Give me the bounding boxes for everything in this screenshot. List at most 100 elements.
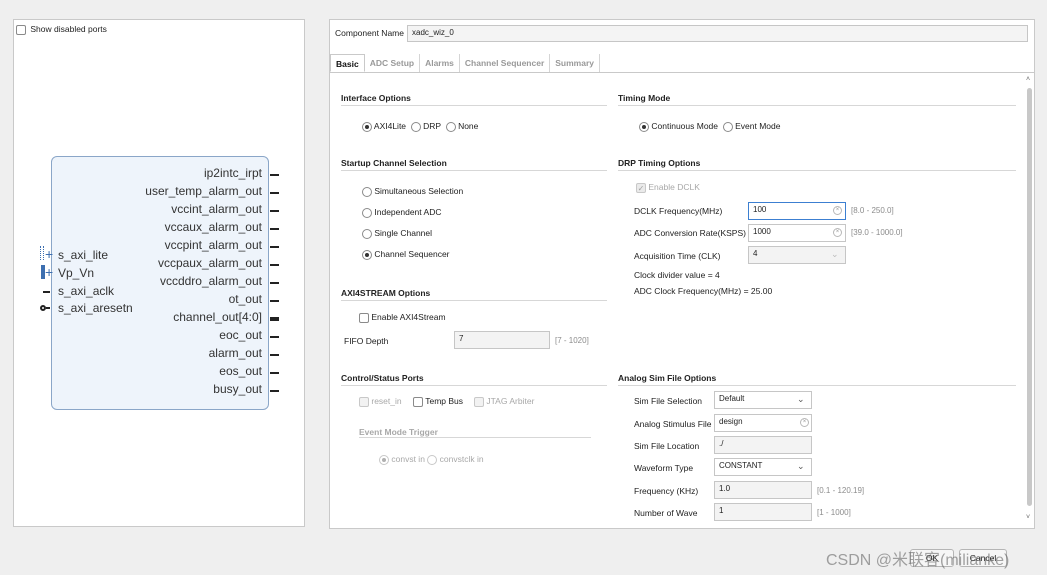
drp-timing-title: DRP Timing Options <box>618 158 701 168</box>
port-s-axi-aresetn: s_axi_aresetn <box>58 301 133 315</box>
port-vccpaux-alarm-out: vccpaux_alarm_out <box>157 256 262 270</box>
frequency-range: [0.1 - 120.19] <box>817 486 865 495</box>
number-of-wave-label: Number of Wave <box>634 508 698 518</box>
port-row: alarm_out <box>112 346 279 364</box>
pin-line <box>270 246 279 248</box>
adc-clock-frequency-text: ADC Clock Frequency(MHz) = 25.00 <box>634 286 773 296</box>
ports-right: ip2intc_irpt user_temp_alarm_out vccint_… <box>112 166 279 400</box>
port-vccddro-alarm-out: vccddro_alarm_out <box>159 274 262 288</box>
scroll-up-icon[interactable]: ˄ <box>1026 76 1030 83</box>
enable-axi4stream-checkbox[interactable]: Enable AXI4Stream <box>359 312 446 323</box>
timing-mode-group: Continuous Mode Event Mode <box>639 121 781 132</box>
radio-axi4lite[interactable]: AXI4Lite <box>362 121 406 132</box>
expand-plus-icon[interactable]: + <box>45 264 53 280</box>
dclk-frequency-input[interactable]: 100 <box>748 202 846 220</box>
clear-icon[interactable]: × <box>833 228 842 237</box>
enable-dclk-checkbox[interactable]: Enable DCLK <box>636 182 700 193</box>
number-of-wave-input[interactable]: 1 <box>714 503 812 521</box>
interface-dots-icon <box>40 246 44 260</box>
sim-file-location-label: Sim File Location <box>634 441 700 451</box>
pin-line <box>270 174 279 176</box>
tab-summary[interactable]: Summary <box>550 54 601 72</box>
adc-rate-range: [39.0 - 1000.0] <box>851 228 903 237</box>
adc-rate-input[interactable]: 1000 <box>748 224 846 242</box>
scroll-down-icon[interactable]: ˅ <box>1026 514 1030 521</box>
tab-alarms[interactable]: Alarms <box>420 54 460 72</box>
pin-line <box>270 336 279 338</box>
radio-independent-adc[interactable]: Independent ADC <box>362 207 441 218</box>
tab-adc-setup[interactable]: ADC Setup <box>365 54 421 72</box>
section-divider <box>341 170 607 171</box>
port-ot-out: ot_out <box>228 292 262 306</box>
chevron-down-icon[interactable]: ⌄ <box>797 394 805 405</box>
port-row: channel_out[4:0] <box>112 310 279 328</box>
radio-channel-sequencer[interactable]: Channel Sequencer <box>362 249 450 260</box>
event-trigger-group: convst in convstclk in <box>379 454 484 465</box>
section-divider <box>341 385 607 386</box>
temp-bus-checkbox[interactable]: Temp Bus <box>413 396 463 407</box>
radio-simultaneous[interactable]: Simultaneous Selection <box>362 186 463 197</box>
radio-none[interactable]: None <box>445 121 478 132</box>
interface-options-group: AXI4Lite DRP None <box>362 121 478 132</box>
show-disabled-ports-checkbox[interactable] <box>16 24 26 35</box>
expand-plus-icon[interactable]: + <box>45 246 53 262</box>
pin-line <box>270 210 279 212</box>
watermark-text: CSDN @米联客(milianke) <box>826 552 1010 569</box>
tab-channel-sequencer[interactable]: Channel Sequencer <box>460 54 551 72</box>
port-vccpint-alarm-out: vccpint_alarm_out <box>164 238 262 252</box>
tab-basic[interactable]: Basic <box>330 54 365 72</box>
number-of-wave-range: [1 - 1000] <box>817 508 851 517</box>
analog-stimulus-input[interactable]: design <box>714 414 812 432</box>
radio-single-channel[interactable]: Single Channel <box>362 228 432 239</box>
port-user-temp-alarm-out: user_temp_alarm_out <box>145 184 262 198</box>
bus-pin-line <box>270 317 279 321</box>
pin-line <box>270 228 279 230</box>
port-eos-out: eos_out <box>219 364 262 378</box>
vertical-scrollbar[interactable]: ˄ ˅ <box>1026 76 1034 526</box>
clear-icon[interactable]: × <box>800 418 809 427</box>
section-divider <box>359 437 591 438</box>
radio-event-mode[interactable]: Event Mode <box>722 121 781 132</box>
waveform-type-label: Waveform Type <box>634 463 694 473</box>
analog-sim-title: Analog Sim File Options <box>618 373 717 383</box>
clear-icon[interactable]: × <box>833 206 842 215</box>
radio-drp[interactable]: DRP <box>410 121 441 132</box>
fifo-depth-input[interactable]: 7 <box>454 331 550 349</box>
radio-continuous-mode[interactable]: Continuous Mode <box>639 121 718 132</box>
port-alarm-out: alarm_out <box>208 346 262 360</box>
jtag-arbiter-checkbox[interactable]: JTAG Arbiter <box>474 396 534 407</box>
port-vccaux-alarm-out: vccaux_alarm_out <box>164 220 262 234</box>
event-mode-trigger-title: Event Mode Trigger <box>359 427 438 437</box>
port-channel-out: channel_out[4:0] <box>173 310 262 324</box>
port-row: vccaux_alarm_out <box>112 220 279 238</box>
pin-line <box>270 372 279 374</box>
radio-convstclk-in[interactable]: convstclk in <box>427 454 484 465</box>
chevron-down-icon[interactable]: ⌄ <box>797 461 805 472</box>
sim-file-location-input[interactable]: ./ <box>714 436 812 454</box>
reset-in-checkbox[interactable]: reset_in <box>359 396 402 407</box>
chevron-down-icon[interactable]: ⌄ <box>831 249 839 260</box>
timing-mode-title: Timing Mode <box>618 93 671 103</box>
pin-line <box>46 307 50 309</box>
port-s-axi-lite: s_axi_lite <box>58 248 109 262</box>
axi4stream-title: AXI4STREAM Options <box>341 288 431 298</box>
component-name-input[interactable]: xadc_wiz_0 <box>407 25 1028 42</box>
frequency-input[interactable]: 1.0 <box>714 481 812 499</box>
scrollbar-thumb[interactable] <box>1027 88 1032 506</box>
radio-convst-in[interactable]: convst in <box>379 454 425 465</box>
port-row: ot_out <box>112 292 279 310</box>
show-disabled-ports-toggle[interactable]: Show disabled ports <box>16 24 107 35</box>
port-s-axi-aclk: s_axi_aclk <box>58 284 115 298</box>
port-row: eos_out <box>112 364 279 382</box>
section-divider <box>618 170 1016 171</box>
section-divider <box>341 105 607 106</box>
pin-line <box>43 291 50 293</box>
pin-line <box>270 390 279 392</box>
port-row: user_temp_alarm_out <box>112 184 279 202</box>
pin-line <box>270 282 279 284</box>
ip-symbol-panel: Show disabled ports ip2intc_irpt user_te… <box>13 19 305 527</box>
acquisition-time-label: Acquisition Time (CLK) <box>634 251 721 261</box>
pin-line <box>270 354 279 356</box>
control-status-title: Control/Status Ports <box>341 373 424 383</box>
port-row: ip2intc_irpt <box>112 166 279 184</box>
